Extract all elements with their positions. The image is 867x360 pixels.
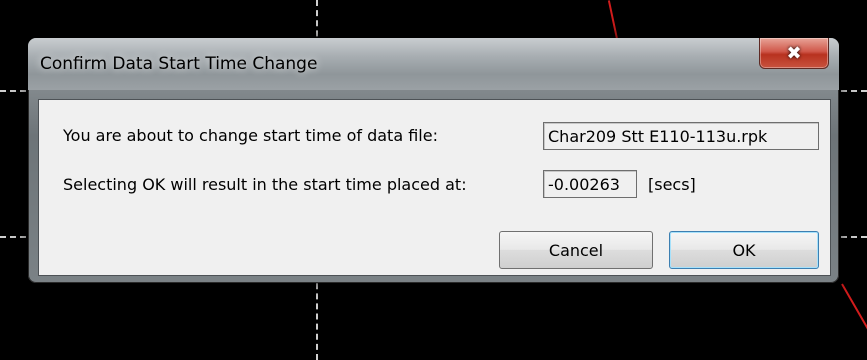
- dialog-titlebar[interactable]: Confirm Data Start Time Change ✖: [28, 38, 839, 90]
- units-label: [secs]: [648, 175, 696, 194]
- start-time-field[interactable]: -0.00263: [543, 170, 637, 198]
- background-trace-line: [841, 283, 867, 337]
- close-button[interactable]: ✖: [759, 38, 829, 69]
- dialog-title: Confirm Data Start Time Change: [40, 54, 318, 74]
- ok-button[interactable]: OK: [669, 231, 819, 269]
- close-icon: ✖: [786, 42, 802, 64]
- cancel-button[interactable]: Cancel: [499, 231, 653, 269]
- start-time-label: Selecting OK will result in the start ti…: [63, 175, 467, 194]
- file-change-label: You are about to change start time of da…: [63, 126, 438, 145]
- confirm-dialog: Confirm Data Start Time Change ✖ You are…: [28, 38, 839, 283]
- data-file-field[interactable]: Char209 Stt E110-113u.rpk: [543, 122, 819, 150]
- dialog-body: You are about to change start time of da…: [38, 99, 831, 276]
- background-trace-line: [607, 0, 619, 40]
